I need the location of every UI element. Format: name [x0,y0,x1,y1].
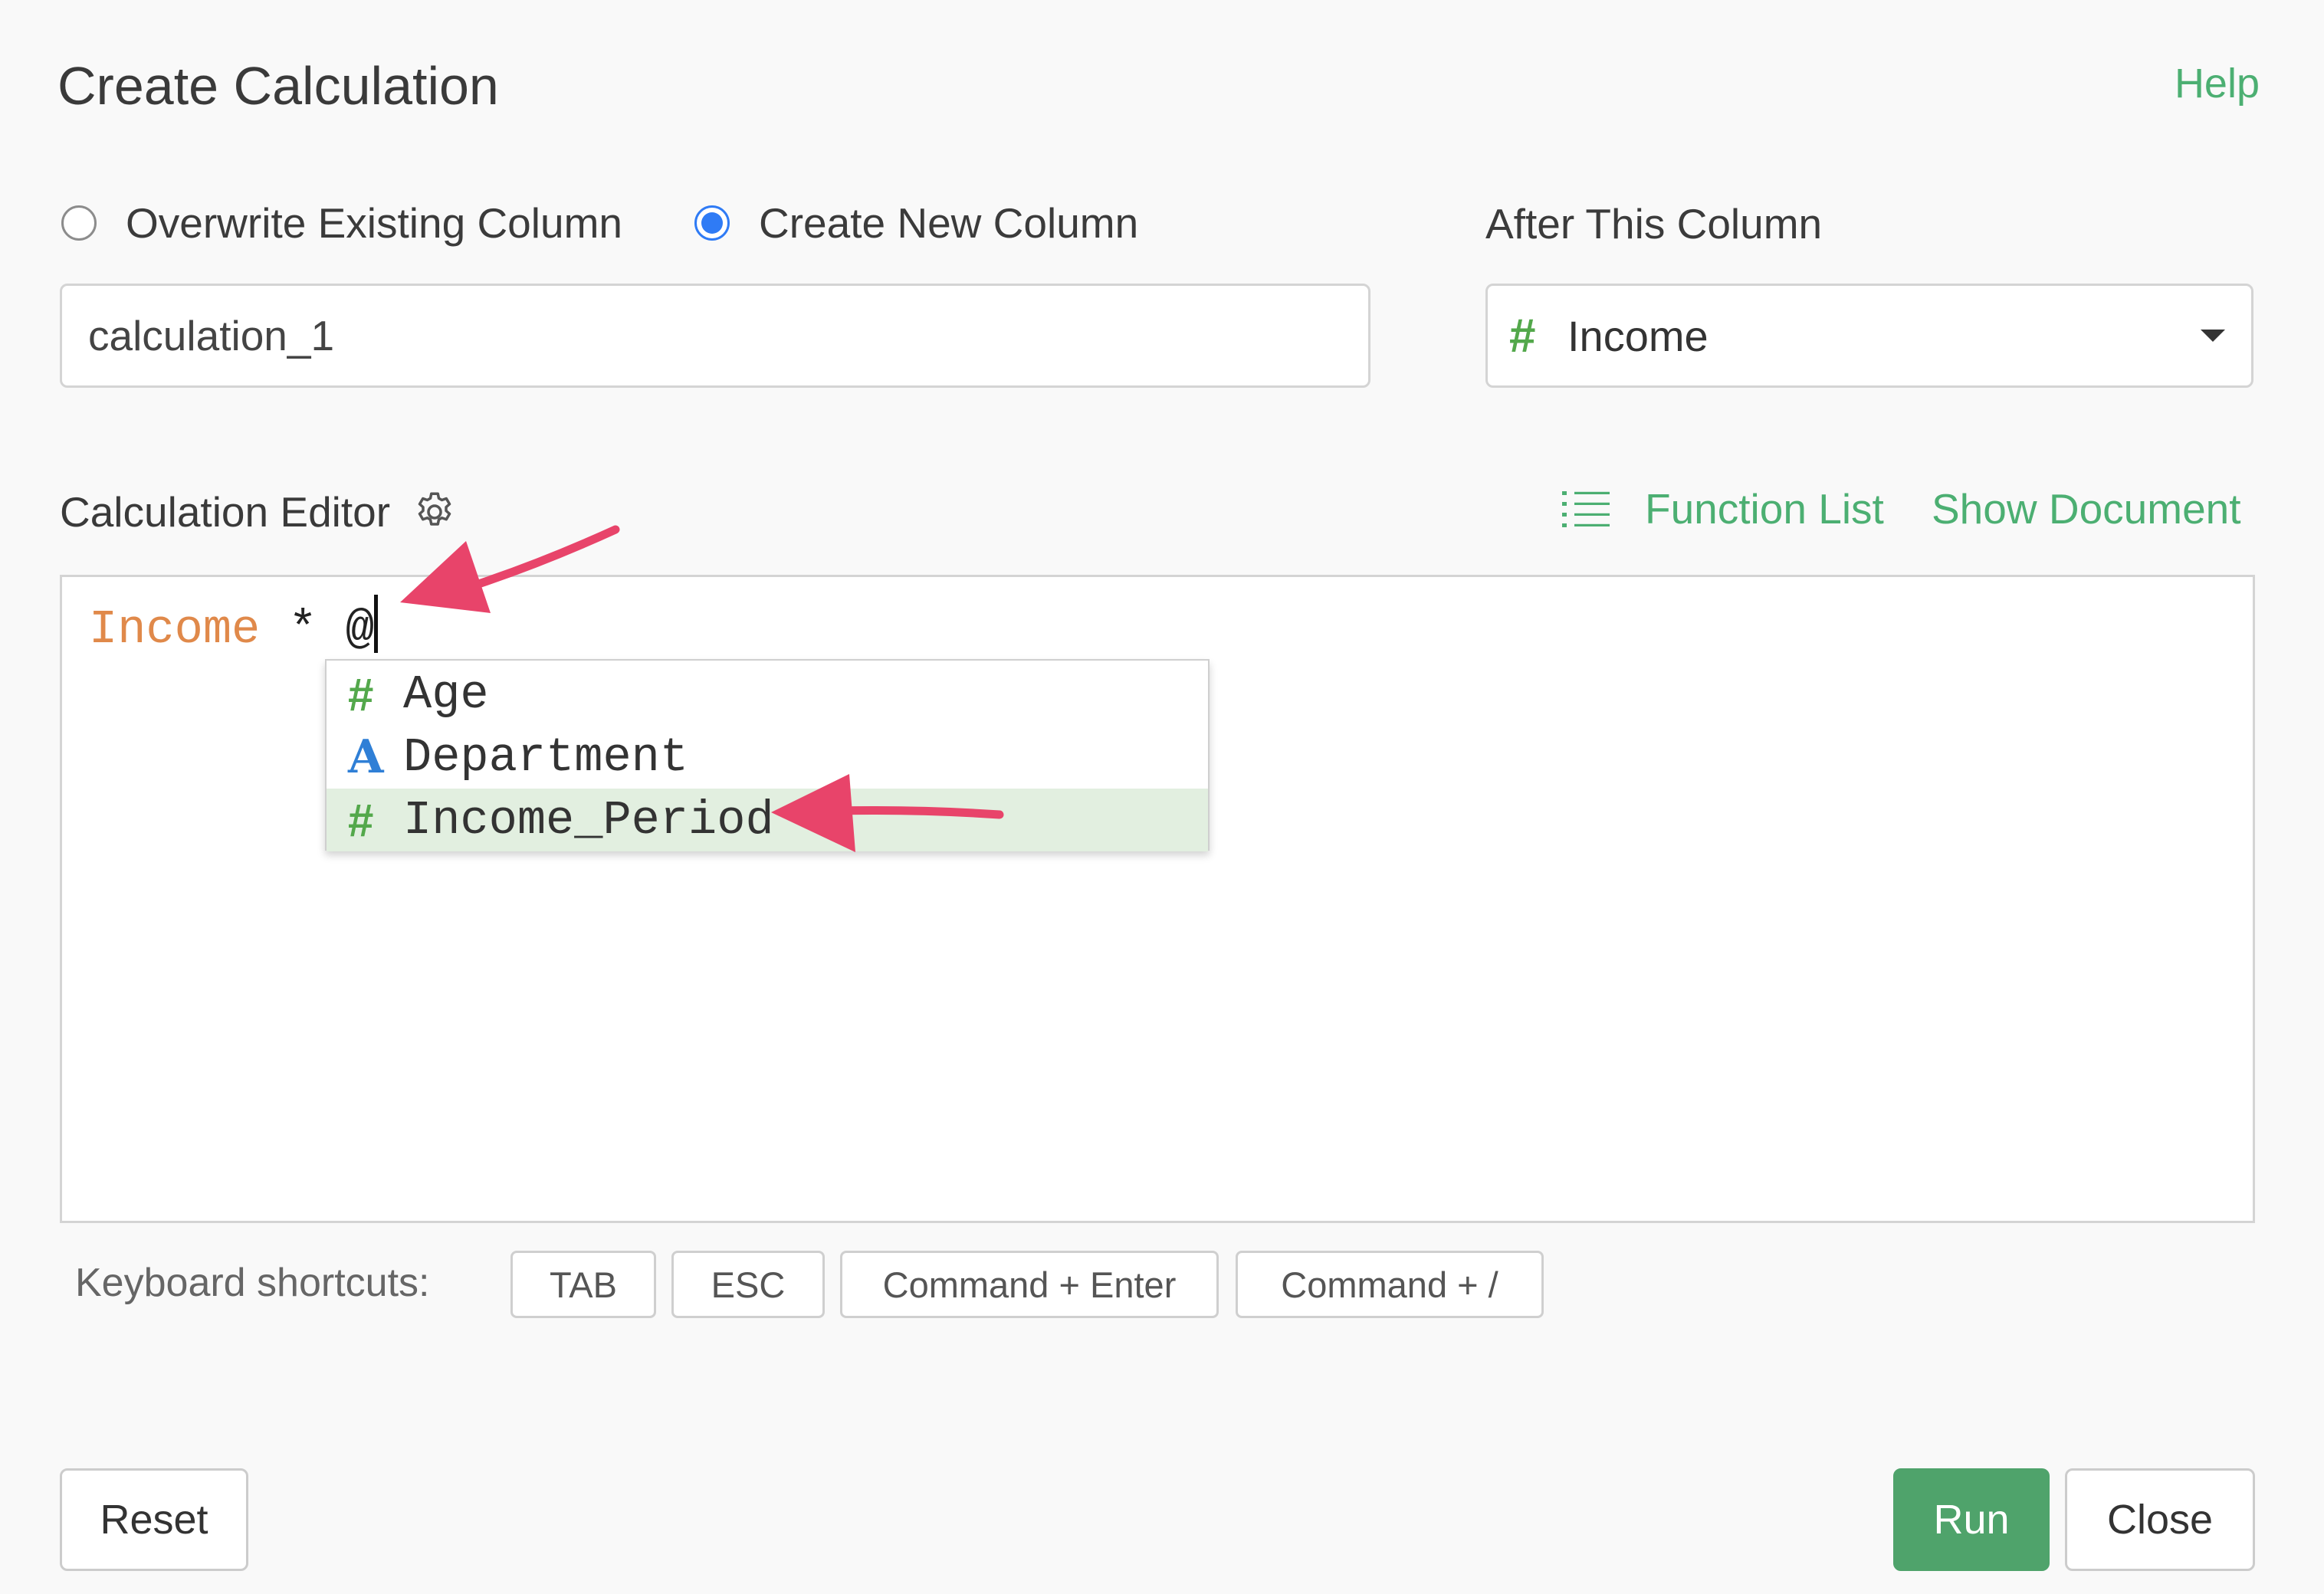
create-new-column-radio[interactable]: Create New Column [694,198,1138,248]
number-type-icon: # [348,668,374,720]
text-cursor [374,595,379,653]
list-icon [1562,491,1610,527]
number-type-icon: # [1509,309,1536,362]
code-operator-token: * [260,602,346,657]
reset-button[interactable]: Reset [60,1468,248,1571]
radio-unchecked-icon[interactable] [61,205,97,241]
chevron-down-icon [2201,330,2225,342]
autocomplete-item-age[interactable]: # Age [327,663,1208,726]
close-button[interactable]: Close [2065,1468,2255,1571]
help-link[interactable]: Help [2175,60,2260,107]
number-type-icon: # [348,794,374,846]
function-list-label: Function List [1645,485,1884,533]
calculation-editor-heading: Calculation Editor [60,487,458,536]
character-type-icon: A [348,730,384,784]
after-column-select[interactable]: # Income [1485,284,2253,388]
run-button[interactable]: Run [1893,1468,2050,1571]
create-new-column-label: Create New Column [759,199,1139,247]
after-this-column-label: After This Column [1485,200,1823,248]
after-column-selected-value: Income [1567,311,1709,360]
autocomplete-item-income-period[interactable]: # Income_Period [327,789,1208,851]
show-document-link[interactable]: Show Document [1932,484,2241,533]
autocomplete-item-label: Age [403,667,489,722]
code-column-token: Income [89,602,261,657]
editor-code-line: Income * @ [89,595,379,657]
autocomplete-item-department[interactable]: A Department [327,726,1208,789]
autocomplete-item-label: Department [403,730,689,785]
autocomplete-item-label: Income_Period [403,792,774,848]
gear-icon[interactable] [412,489,458,535]
column-autocomplete-dropdown: # Age A Department # Income_Period [325,659,1210,851]
overwrite-existing-column-label: Overwrite Existing Column [126,199,622,247]
shortcut-key-command-enter[interactable]: Command + Enter [840,1251,1219,1318]
function-list-link[interactable]: Function List [1562,484,1884,533]
radio-checked-icon[interactable] [694,205,730,241]
code-trigger-token: @ [345,602,375,657]
keyboard-shortcuts-label: Keyboard shortcuts: [75,1261,430,1305]
shortcut-key-tab[interactable]: TAB [510,1251,656,1318]
shortcut-key-command-slash[interactable]: Command + / [1236,1251,1544,1318]
overwrite-existing-column-radio[interactable]: Overwrite Existing Column [61,198,622,248]
calculation-editor-label: Calculation Editor [60,488,391,536]
new-column-name-input[interactable] [60,284,1370,388]
dialog-title: Create Calculation [57,56,499,116]
shortcut-key-esc[interactable]: ESC [671,1251,825,1318]
